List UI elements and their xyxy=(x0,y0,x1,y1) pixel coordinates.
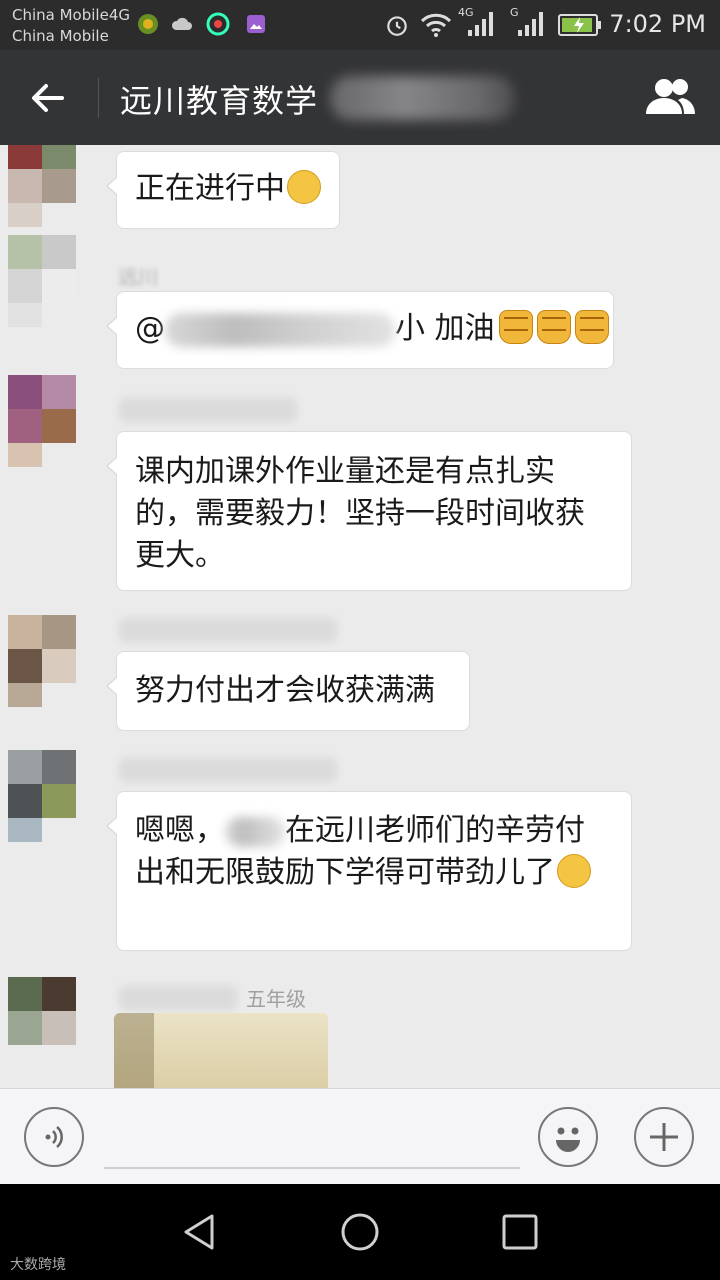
status-bar: China Mobile4G China Mobile 4G G 7:02 PM xyxy=(0,0,720,50)
redacted-sender-blur xyxy=(118,397,298,423)
avatar[interactable] xyxy=(8,145,100,227)
sender-name: 远川 xyxy=(118,265,158,289)
voice-icon xyxy=(45,1126,63,1148)
message-text: 课内加课外作业量还是有点扎实的，需要毅力！坚持一段时间收获更大。 xyxy=(135,454,585,573)
alarm-icon xyxy=(387,16,407,36)
header-divider xyxy=(98,78,99,118)
avatar[interactable] xyxy=(8,750,100,842)
message-prefix: 嗯嗯， xyxy=(135,813,225,848)
wifi-icon xyxy=(420,13,452,37)
clock: 7:02 PM xyxy=(609,10,706,38)
browser-icon xyxy=(206,12,230,36)
smile-icon xyxy=(556,1127,580,1152)
redacted-sender-blur xyxy=(118,985,238,1011)
message-text: 正在进行中 xyxy=(135,171,285,206)
message-bubble[interactable]: 正在进行中 xyxy=(106,151,340,229)
fist-icon xyxy=(536,310,571,344)
message-input[interactable] xyxy=(104,1167,520,1169)
arrow-left-icon[interactable] xyxy=(26,76,70,120)
message-text: 努力付出才会收获满满 xyxy=(135,673,435,708)
thinking-face-icon xyxy=(287,170,321,204)
carrier-line-1: China Mobile4G xyxy=(12,6,130,24)
chat-title: 远川教育数学 xyxy=(120,82,319,120)
avatar[interactable] xyxy=(8,375,100,467)
carrier-line-2: China Mobile xyxy=(12,27,109,45)
watermark: 大数跨境 xyxy=(10,1257,66,1273)
nav-home-icon[interactable] xyxy=(340,1212,380,1252)
redacted-sender-blur xyxy=(118,757,338,783)
sender-name: 五年级 xyxy=(246,987,306,1011)
fist-icon xyxy=(498,310,533,344)
message-bubble[interactable]: @ 小 加油 xyxy=(106,291,614,369)
navigation-bar xyxy=(0,1184,720,1280)
redacted-title-blur xyxy=(330,76,515,120)
cloud-icon xyxy=(171,17,192,30)
avatar[interactable] xyxy=(8,235,100,327)
message-bubble[interactable]: 努力付出才会收获满满 xyxy=(106,651,470,731)
signal-icon xyxy=(518,12,543,36)
nav-back-icon[interactable] xyxy=(180,1212,220,1252)
gallery-icon xyxy=(247,15,265,33)
mention-prefix: @ xyxy=(135,311,165,346)
message-list[interactable]: 正在进行中 远川 @ 小 加油 课内加课外作业量还是有点扎实的，需要毅力！坚持一段… xyxy=(0,145,720,1088)
app-icon xyxy=(138,14,158,34)
voice-button[interactable] xyxy=(24,1107,84,1167)
plus-button[interactable] xyxy=(634,1107,694,1167)
redacted-name-blur xyxy=(225,816,285,847)
chat-header: 远川教育数学 xyxy=(0,50,720,145)
fist-icon xyxy=(574,310,609,344)
avatar[interactable] xyxy=(8,977,100,1069)
input-bar xyxy=(0,1088,720,1185)
image-shadow xyxy=(114,1013,154,1088)
carrier-info: China Mobile4G China Mobile xyxy=(12,5,130,47)
battery-charging-icon xyxy=(558,14,601,36)
message-text: 小 加油 xyxy=(395,311,495,346)
plus-icon xyxy=(650,1123,678,1151)
message-bubble[interactable]: 课内加课外作业量还是有点扎实的，需要毅力！坚持一段时间收获更大。 xyxy=(106,431,632,591)
group-members-icon[interactable] xyxy=(642,74,698,120)
redacted-name-blur xyxy=(165,312,395,347)
image-message[interactable] xyxy=(114,1013,328,1088)
redacted-sender-blur xyxy=(118,617,338,643)
grinning-face-icon xyxy=(557,854,591,888)
message-bubble[interactable]: 嗯嗯， 在远川老师们的辛劳付出和无限鼓励下学得可带劲儿了 xyxy=(106,791,632,951)
emoji-button[interactable] xyxy=(538,1107,598,1167)
signal-icon xyxy=(468,12,493,36)
avatar[interactable] xyxy=(8,615,100,707)
nav-recent-icon[interactable] xyxy=(500,1212,540,1252)
